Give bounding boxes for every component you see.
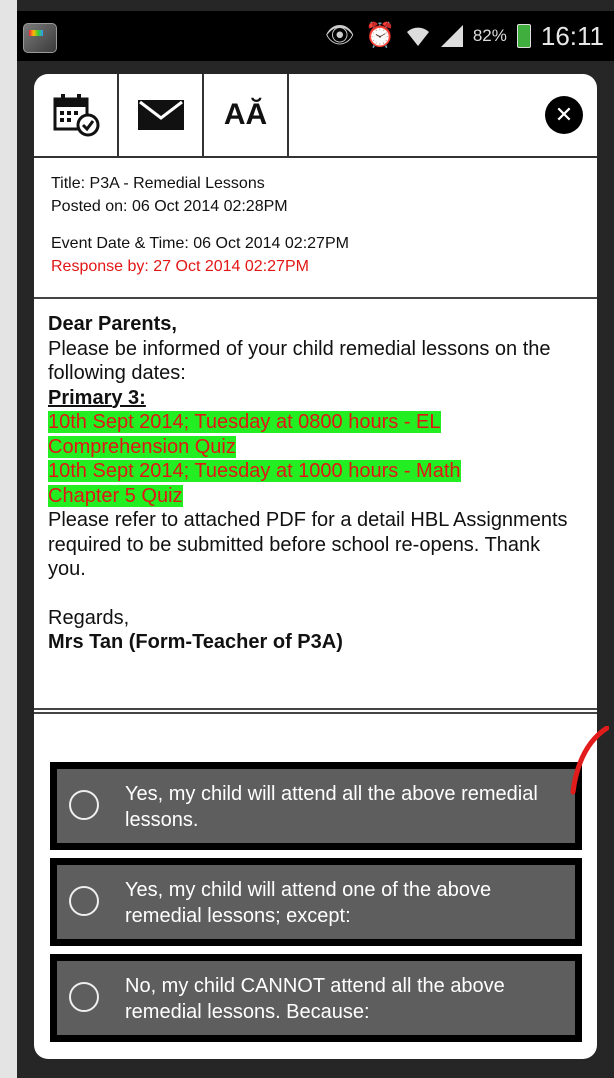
envelope-icon — [137, 100, 184, 130]
option-label: Yes, my child will attend one of the abo… — [125, 879, 492, 927]
highlighted-date: 10th Sept 2014; Tuesday at 1000 hours - … — [48, 460, 461, 482]
regards: Regards, — [48, 606, 130, 629]
dialog-toolbar: AĂ ✕ — [34, 74, 597, 158]
notice-dialog: AĂ ✕ Title: P3A - Remedial Lessons Poste… — [34, 74, 597, 1059]
close-button[interactable]: ✕ — [545, 96, 583, 134]
highlighted-date: Comprehension Quiz — [48, 435, 236, 458]
notice-meta: Title: P3A - Remedial Lessons Posted on:… — [51, 172, 581, 278]
email-button[interactable] — [119, 74, 204, 156]
font-size-button[interactable]: AĂ — [204, 74, 289, 156]
greeting: Dear Parents, — [48, 313, 177, 335]
highlighted-date: 10th Sept 2014; Tuesday at 0800 hours - … — [48, 411, 441, 433]
calendar-button[interactable] — [34, 74, 119, 156]
option-label: No, my child CANNOT attend all the above… — [125, 975, 505, 1023]
closing-text: Please refer to attached PDF for a detai… — [48, 509, 568, 580]
status-bar: 👁 ⏰ 82% 16:11 — [17, 11, 614, 61]
notice-title: Title: P3A - Remedial Lessons — [51, 175, 265, 192]
divider — [34, 297, 597, 299]
wifi-icon — [406, 27, 429, 46]
app-notification-icon — [23, 23, 57, 53]
radio-button[interactable] — [69, 982, 99, 1012]
font-size-icon: AĂ — [223, 98, 268, 131]
battery-icon — [516, 24, 531, 48]
double-divider — [34, 708, 597, 714]
event-datetime: Event Date & Time: 06 Oct 2014 02:27PM — [51, 235, 349, 252]
intro-text: Please be informed of your child remedia… — [48, 337, 551, 385]
option-label: Yes, my child will attend all the above … — [125, 783, 538, 831]
battery-percent: 82% — [472, 26, 507, 45]
option-attend-all[interactable]: Yes, my child will attend all the above … — [50, 762, 582, 850]
posted-on: Posted on: 06 Oct 2014 02:28PM — [51, 198, 288, 215]
option-attend-one[interactable]: Yes, my child will attend one of the abo… — [50, 858, 582, 946]
option-cannot-attend[interactable]: No, my child CANNOT attend all the above… — [50, 954, 582, 1042]
scroll-indicator — [570, 726, 609, 795]
close-icon: ✕ — [554, 102, 574, 128]
highlighted-date: Chapter 5 Quiz — [48, 484, 183, 507]
signal-icon — [440, 25, 463, 47]
radio-button[interactable] — [69, 886, 99, 916]
eye-icon: 👁 — [324, 22, 355, 49]
status-icons: 👁 ⏰ 82% 16:11 — [324, 11, 604, 61]
section-heading: Primary 3: — [48, 386, 146, 409]
response-by: Response by: 27 Oct 2014 02:27PM — [51, 258, 309, 275]
radio-button[interactable] — [69, 790, 99, 820]
signature: Mrs Tan (Form-Teacher of P3A) — [48, 631, 343, 653]
alarm-icon: ⏰ — [364, 22, 395, 49]
clock: 16:11 — [540, 20, 604, 51]
message-body: Dear Parents, Please be informed of your… — [48, 312, 583, 655]
calendar-check-icon — [53, 94, 99, 137]
